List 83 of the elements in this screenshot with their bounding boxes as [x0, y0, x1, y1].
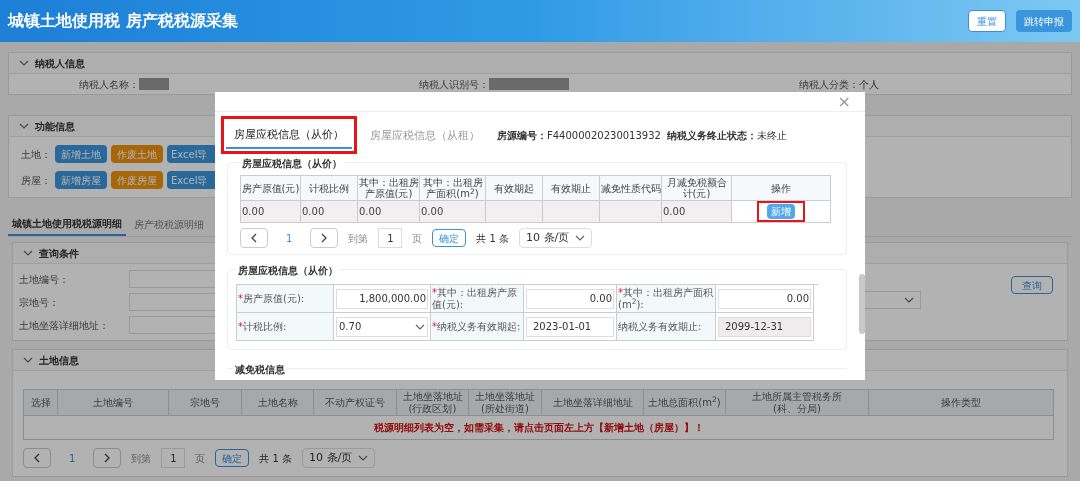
section-title: 房屋应税信息（从价）	[236, 263, 340, 279]
column-header: 其中：出租房产原值(元)	[357, 175, 420, 201]
field-label: 纳税人分类：	[799, 77, 859, 92]
column-header: 有效期止	[542, 175, 600, 201]
panel-title: 功能信息	[35, 119, 75, 134]
query-label: 宗地号：	[19, 295, 60, 310]
column-header: 土地名称	[241, 389, 314, 416]
function-button[interactable]: 作废房屋	[111, 171, 163, 189]
number-field[interactable]: 1,800,000.00	[336, 288, 428, 309]
page-size-select[interactable]: 10 条/页	[519, 228, 593, 249]
page-number[interactable]: 1	[278, 230, 301, 246]
function-button[interactable]: 新增土地	[55, 145, 107, 163]
empty-message: 税源明细列表为空，如需采集，请点击页面左上方【新增土地（房屋）】！	[373, 422, 704, 433]
table-cell: 0.00	[663, 206, 686, 218]
column-header: 土地编号	[57, 389, 169, 416]
page-input[interactable]: 1	[161, 448, 186, 468]
column-header: 房产原值(元)	[240, 175, 301, 201]
column-header: 宗地号	[168, 389, 242, 416]
column-header: 月减免税额合计(元)	[661, 175, 732, 201]
function-button[interactable]: 作废土地	[111, 145, 163, 163]
confirm-button[interactable]: 确定	[432, 229, 467, 248]
header-button[interactable]: 重置	[968, 10, 1006, 32]
panel-title: 土地信息	[39, 353, 79, 368]
table-cell: 0.00	[242, 206, 265, 218]
page-input[interactable]: 1	[378, 228, 403, 249]
detail-tab[interactable]: 房产税税源明细	[130, 212, 208, 236]
confirm-button[interactable]: 确定	[215, 449, 250, 467]
page-unit: 页	[412, 231, 423, 246]
table-cell: 0.00	[421, 206, 444, 218]
page-number[interactable]: 1	[61, 450, 84, 466]
detail-tab[interactable]: 城镇土地使用税税源明细	[8, 212, 126, 236]
table-cell: 0.00	[359, 206, 382, 218]
number-field[interactable]: 0.00	[526, 288, 614, 309]
form-label: 纳税义务有效期止:	[618, 320, 702, 333]
page-title: 城镇土地使用税 房产税税源采集	[8, 10, 238, 32]
column-header: 有效期起	[485, 175, 543, 201]
termination-status: 纳税义务终止状态：未终止	[666, 128, 787, 143]
page-unit: 页	[195, 451, 206, 466]
form-label: *纳税义务有效期起:	[432, 320, 521, 333]
query-button[interactable]: 查询	[1011, 276, 1053, 294]
form-label: *房产原值(元):	[238, 292, 305, 305]
column-header: 土地坐落详细地址	[541, 389, 644, 416]
column-header: 操作类型	[868, 389, 1054, 416]
goto-label: 到第	[131, 451, 152, 466]
date-field[interactable]: 2023-01-01	[526, 316, 614, 337]
page-size-select[interactable]: 10 条/页	[302, 448, 376, 468]
form-label: *计税比例:	[238, 320, 287, 333]
column-header: 土地坐落地址 (所处街道)	[468, 389, 542, 416]
number-field[interactable]: 0.00	[718, 288, 811, 309]
query-label: 土地编号：	[19, 272, 70, 287]
row-label: 房屋：	[21, 173, 51, 188]
form-label: *其中：出租房产原值(元):	[432, 286, 518, 311]
column-header: 其中：出租房产面积(m$^{2}$)	[419, 175, 486, 201]
column-header: 减免性质代码	[599, 175, 662, 201]
field-label: 纳税人识别号：	[419, 77, 489, 92]
modal-tab[interactable]: 房屋应税信息（从租）	[362, 122, 488, 149]
column-header: 不动产权证号	[313, 389, 397, 416]
modal-tab[interactable]: 房屋应税信息（从价）	[226, 123, 352, 150]
close-button[interactable]: ×	[837, 93, 851, 110]
ratio-select[interactable]: 0.70	[336, 316, 428, 337]
form-label: *其中：出租房产面积(m$^{2}$):	[618, 286, 714, 311]
column-header: 操作	[731, 175, 831, 201]
field-label: 纳税人名称：	[79, 77, 139, 92]
total-count: 共 1 条	[259, 451, 293, 466]
column-header: 计税比例	[300, 175, 358, 201]
total-count: 共 1 条	[476, 231, 510, 246]
function-button[interactable]: 新增房屋	[55, 171, 107, 189]
column-header: 土地坐落地址 (行政区划)	[396, 389, 469, 416]
column-header: 选择	[23, 389, 58, 416]
column-header: 土地总面积(m$^{2}$)	[643, 389, 726, 416]
query-label: 土地坐落详细地址：	[19, 318, 110, 333]
table-cell: 0.00	[302, 206, 325, 218]
section-title: 减免税信息	[233, 362, 287, 378]
source-number: 房源编号：F44000020230013932	[497, 128, 661, 143]
goto-label: 到第	[348, 231, 369, 246]
row-label: 土地：	[21, 147, 51, 162]
panel-title: 纳税人信息	[35, 56, 85, 71]
column-header: 土地所属主管税务所 (科、分局)	[725, 389, 869, 416]
section-title: 房屋应税信息（从价）	[240, 156, 344, 172]
add-button[interactable]: 新增	[767, 204, 795, 220]
field-value: 个人	[859, 77, 880, 92]
panel-title: 查询条件	[39, 246, 79, 261]
header-button[interactable]: 跳转申报	[1016, 10, 1072, 32]
